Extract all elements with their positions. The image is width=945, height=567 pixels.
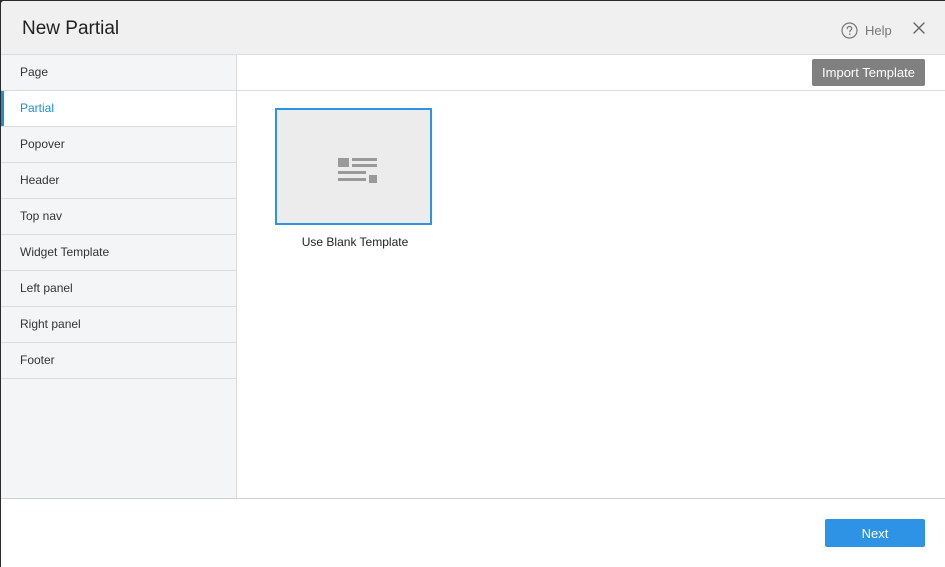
blank-template-label: Use Blank Template [301, 235, 409, 249]
sidebar-item-footer[interactable]: Footer [1, 343, 236, 379]
close-icon [912, 22, 926, 39]
sidebar-item-label: Widget Template [20, 245, 110, 259]
sidebar-item-header[interactable]: Header [1, 163, 236, 199]
new-partial-dialog: New Partial Help Page Partial Popover He… [1, 1, 945, 567]
template-type-sidebar: Page Partial Popover Header Top nav Widg… [1, 55, 237, 498]
sidebar-item-widget-template[interactable]: Widget Template [1, 235, 236, 271]
sidebar-item-left-panel[interactable]: Left panel [1, 271, 236, 307]
sidebar-item-page[interactable]: Page [1, 55, 236, 91]
sidebar-item-top-nav[interactable]: Top nav [1, 199, 236, 235]
help-label: Help [865, 22, 892, 38]
sidebar-item-label: Partial [20, 101, 55, 115]
dialog-title: New Partial [22, 18, 120, 39]
close-button[interactable] [912, 21, 926, 35]
import-template-button[interactable]: Import Template [812, 59, 925, 86]
sidebar-item-label: Page [20, 65, 49, 79]
next-button[interactable]: Next [825, 519, 925, 547]
dialog-footer: Next [1, 498, 945, 567]
sidebar-item-partial[interactable]: Partial [1, 91, 236, 127]
template-gallery: Use Blank Template [237, 91, 945, 498]
blank-template-tile[interactable] [275, 108, 432, 225]
sidebar-item-label: Right panel [20, 317, 81, 331]
sidebar-item-label: Header [20, 173, 60, 187]
sidebar-item-right-panel[interactable]: Right panel [1, 307, 236, 343]
content-toolbar: Import Template [237, 55, 945, 91]
sidebar-item-popover[interactable]: Popover [1, 127, 236, 163]
sidebar-item-label: Top nav [20, 209, 63, 223]
help-button[interactable]: Help [841, 21, 892, 39]
sidebar-item-label: Left panel [20, 281, 73, 295]
dialog-header: New Partial Help [1, 1, 945, 55]
question-circle-icon [841, 21, 858, 39]
sidebar-item-label: Footer [20, 353, 55, 367]
sidebar-item-label: Popover [20, 137, 65, 151]
